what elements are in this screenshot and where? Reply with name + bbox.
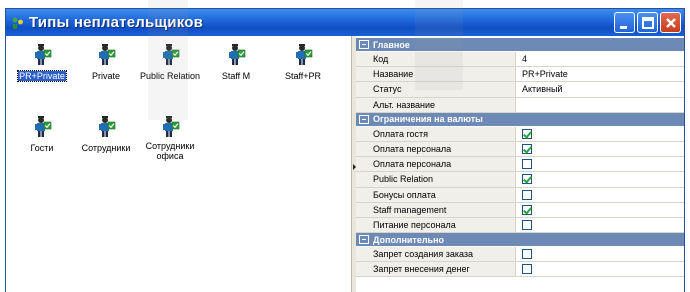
property-row[interactable]: Код 4	[356, 52, 684, 68]
property-label: Оплата персонала	[356, 141, 516, 157]
collapse-icon[interactable]	[359, 40, 369, 49]
section-title: Главное	[373, 39, 410, 50]
property-label: Статус	[356, 82, 516, 97]
section-header[interactable]: Ограничения на валюты	[356, 112, 684, 127]
person-check-icon	[160, 44, 180, 66]
app-window: Типы неплательщиков PR+Private Private Pub…	[5, 8, 685, 292]
property-value[interactable]	[516, 98, 684, 112]
property-label: Питание персонала	[356, 217, 516, 233]
checkbox[interactable]	[522, 128, 532, 139]
property-value	[516, 127, 684, 141]
type-item[interactable]: Staff+PR	[271, 44, 335, 84]
type-item[interactable]: Сотрудники офиса	[138, 116, 202, 164]
type-item[interactable]: Staff M	[204, 44, 268, 84]
property-row[interactable]: Оплата персонала	[356, 157, 684, 173]
person-check-icon	[96, 116, 116, 138]
checkbox[interactable]	[522, 189, 532, 200]
property-value	[516, 262, 684, 276]
collapse-icon[interactable]	[359, 235, 369, 245]
property-label: Код	[356, 52, 516, 67]
maximize-button[interactable]	[637, 12, 658, 33]
minimize-icon	[620, 26, 627, 29]
checkbox[interactable]	[522, 249, 532, 260]
person-check-icon	[32, 116, 52, 138]
property-grid: Главное Код 4 Название PR+Private Статус Актив…	[356, 38, 684, 292]
checkbox[interactable]	[522, 144, 532, 155]
property-row[interactable]: Запрет внесения денег	[356, 262, 684, 278]
type-item-label: PR+Private	[17, 70, 67, 82]
section-title: Дополнительно	[373, 234, 445, 245]
property-label: Запрет внесения денег	[356, 262, 516, 277]
window-title: Типы неплательщиков	[29, 14, 203, 31]
property-row[interactable]: Питание персонала	[356, 217, 684, 234]
property-row[interactable]: Оплата гостя	[356, 126, 684, 142]
maximize-icon	[642, 17, 654, 29]
title-bar[interactable]: Типы неплательщиков	[6, 9, 684, 36]
property-row[interactable]: Оплата персонала	[356, 141, 684, 158]
property-value	[516, 203, 684, 217]
type-item[interactable]: Public Relation	[138, 44, 202, 84]
property-row[interactable]: Статус Активный	[356, 82, 684, 98]
property-label: Альт. название	[356, 97, 516, 112]
property-row[interactable]: Staff management	[356, 202, 684, 218]
property-label: Public Relation	[356, 172, 516, 187]
property-row[interactable]: Public Relation	[356, 172, 684, 188]
property-row[interactable]: Альт. название	[356, 97, 684, 113]
checkbox[interactable]	[522, 204, 532, 215]
type-item-label: Staff M	[221, 71, 251, 81]
type-item-label: Гости	[30, 143, 54, 153]
property-value	[516, 188, 684, 202]
property-value[interactable]: PR+Private	[516, 67, 684, 81]
person-check-icon	[160, 116, 180, 138]
property-label: Staff management	[356, 202, 516, 217]
property-value[interactable]: Активный	[516, 82, 684, 96]
property-value	[516, 157, 684, 171]
property-label: Оплата персонала	[356, 157, 516, 172]
person-check-icon	[32, 44, 52, 66]
type-item[interactable]: PR+Private	[10, 44, 74, 84]
checkbox[interactable]	[522, 264, 532, 275]
property-value	[516, 172, 684, 186]
property-label: Оплата гостя	[356, 126, 516, 141]
type-item-label: Public Relation	[139, 71, 201, 81]
section-header[interactable]: Главное	[356, 38, 684, 52]
type-item[interactable]: Сотрудники	[74, 116, 138, 156]
checkbox[interactable]	[522, 159, 532, 170]
property-value	[516, 218, 684, 232]
property-row[interactable]: Название PR+Private	[356, 67, 684, 83]
checkbox[interactable]	[522, 174, 532, 185]
app-icon	[11, 16, 25, 30]
collapse-icon[interactable]	[359, 114, 369, 124]
minimize-button[interactable]	[614, 12, 635, 33]
checkbox[interactable]	[522, 219, 532, 230]
property-row[interactable]: Бонусы оплата	[356, 187, 684, 203]
section-header[interactable]: Дополнительно	[356, 233, 684, 248]
close-button[interactable]	[660, 12, 681, 33]
property-row[interactable]: Запрет создания заказа	[356, 247, 684, 263]
type-item-label: Сотрудники офиса	[145, 141, 195, 161]
section-title: Ограничения на валюты	[373, 114, 483, 125]
close-icon	[666, 18, 676, 28]
type-item-label: Сотрудники	[81, 143, 131, 153]
property-value[interactable]: 4	[516, 52, 684, 66]
property-label: Название	[356, 67, 516, 82]
person-check-icon	[293, 44, 313, 66]
type-item-label: Private	[91, 71, 120, 81]
type-item[interactable]: Private	[74, 44, 138, 84]
types-list[interactable]: PR+Private Private Public Relation Staff M S…	[6, 36, 351, 292]
person-check-icon	[96, 44, 116, 66]
property-label: Бонусы оплата	[356, 187, 516, 202]
property-label: Запрет создания заказа	[356, 247, 516, 262]
type-item-label: Staff+PR	[284, 71, 322, 81]
person-check-icon	[226, 44, 246, 66]
property-value	[516, 142, 684, 156]
type-item[interactable]: Гости	[10, 116, 74, 156]
property-value	[516, 247, 684, 261]
